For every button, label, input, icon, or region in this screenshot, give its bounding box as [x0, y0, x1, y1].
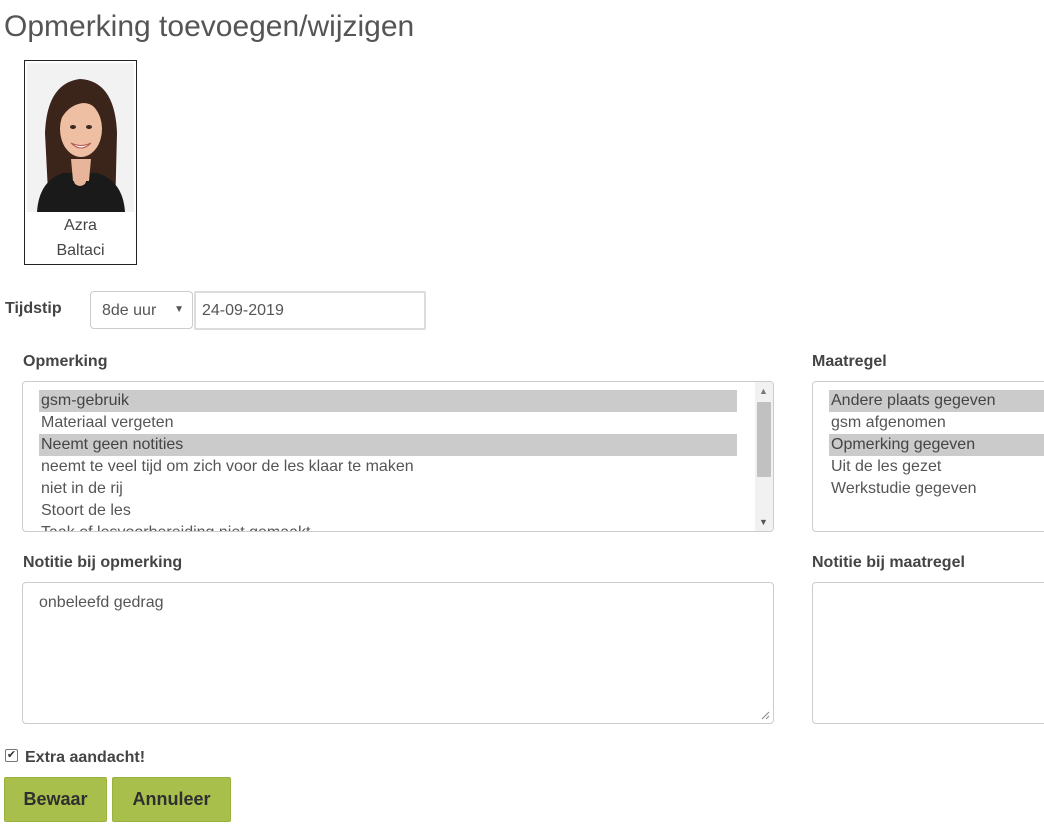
maatregel-option[interactable]: Opmerking gegeven — [829, 434, 1044, 456]
checkmark-icon: ✔ — [6, 749, 17, 761]
scroll-down-icon[interactable]: ▼ — [759, 517, 768, 527]
cancel-button[interactable]: Annuleer — [112, 777, 231, 822]
hour-select-value: 8de uur — [102, 302, 157, 319]
extra-aandacht-label[interactable]: Extra aandacht! — [25, 749, 145, 767]
opmerking-label: Opmerking — [23, 353, 108, 370]
notitie-maatregel-textarea[interactable] — [812, 582, 1044, 724]
extra-aandacht-checkbox[interactable]: ✔ — [5, 749, 18, 762]
maatregel-listbox[interactable]: Andere plaats gegeven gsm afgenomen Opme… — [812, 381, 1044, 532]
maatregel-label: Maatregel — [812, 353, 887, 370]
save-button[interactable]: Bewaar — [4, 777, 107, 822]
opmerking-option[interactable]: niet in de rij — [39, 478, 737, 500]
opmerking-option[interactable]: Taak of lesvoorbereiding niet gemaakt — [39, 522, 737, 531]
opmerking-option[interactable]: Neemt geen notities — [39, 434, 737, 456]
student-card: Azra Baltaci — [24, 60, 137, 265]
opmerking-option[interactable]: Materiaal vergeten — [39, 412, 737, 434]
notitie-opmerking-label: Notitie bij opmerking — [23, 554, 183, 571]
notitie-opmerking-textarea[interactable]: onbeleefd gedrag — [22, 582, 774, 724]
maatregel-option[interactable]: gsm afgenomen — [829, 412, 1044, 434]
maatregel-option[interactable]: Andere plaats gegeven — [829, 390, 1044, 412]
chevron-down-icon: ▼ — [174, 304, 184, 315]
resize-handle-icon[interactable] — [760, 710, 770, 720]
opmerking-option[interactable]: Stoort de les — [39, 500, 737, 522]
hour-select[interactable]: 8de uur ▼ — [90, 291, 193, 329]
page-title: Opmerking toevoegen/wijzigen — [4, 10, 415, 43]
tijdstip-label: Tijdstip — [5, 300, 62, 317]
opmerking-option[interactable]: gsm-gebruik — [39, 390, 737, 412]
maatregel-option[interactable]: Uit de les gezet — [829, 456, 1044, 478]
student-last-name: Baltaci — [56, 242, 105, 259]
maatregel-option[interactable]: Werkstudie gegeven — [829, 478, 1044, 500]
opmerking-listbox[interactable]: gsm-gebruik Materiaal vergeten Neemt gee… — [22, 381, 774, 532]
opmerking-scrollbar[interactable]: ▲ ▼ — [755, 382, 773, 531]
opmerking-option[interactable]: neemt te veel tijd om zich voor de les k… — [39, 456, 737, 478]
notitie-opmerking-value: onbeleefd gedrag — [39, 594, 164, 611]
date-input[interactable]: 24-09-2019 — [194, 291, 426, 330]
notitie-maatregel-label: Notitie bij maatregel — [812, 554, 965, 571]
scroll-up-icon[interactable]: ▲ — [759, 386, 768, 396]
scrollbar-thumb[interactable] — [757, 402, 771, 477]
student-photo — [27, 63, 134, 212]
student-first-name: Azra — [64, 217, 97, 234]
date-input-value: 24-09-2019 — [202, 302, 284, 319]
